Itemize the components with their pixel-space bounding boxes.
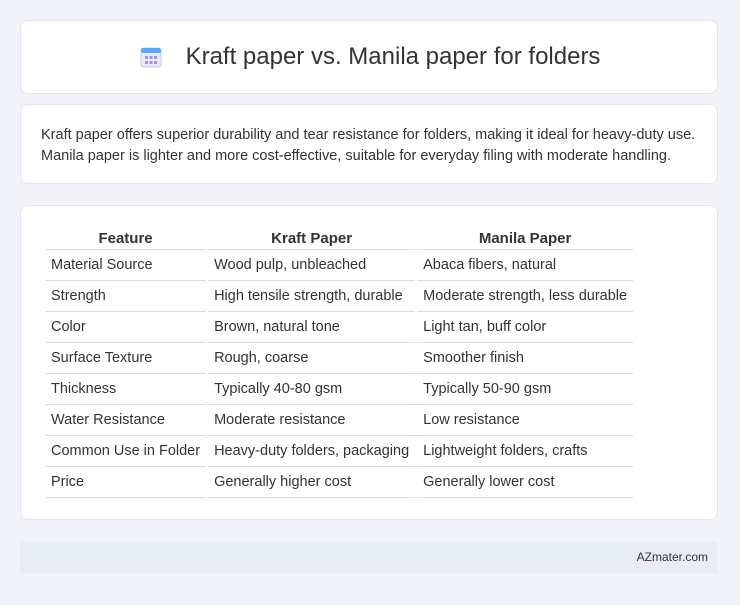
table-cell: Brown, natural tone <box>208 312 416 343</box>
table-cell: Generally lower cost <box>417 467 634 498</box>
table-cell: Water Resistance <box>45 405 207 436</box>
column-header-feature: Feature <box>45 226 207 250</box>
table-cell: Strength <box>45 281 207 312</box>
table-cell: Moderate strength, less durable <box>417 281 634 312</box>
table-row: Material Source Wood pulp, unbleached Ab… <box>45 250 634 281</box>
table-row: Common Use in Folder Heavy-duty folders,… <box>45 436 634 467</box>
table-cell: Wood pulp, unbleached <box>208 250 416 281</box>
table-cell: Low resistance <box>417 405 634 436</box>
comparison-table-card: Feature Kraft Paper Manila Paper Materia… <box>20 205 718 520</box>
table-cell: Smoother finish <box>417 343 634 374</box>
table-cell: Rough, coarse <box>208 343 416 374</box>
table-cell: Common Use in Folder <box>45 436 207 467</box>
table-cell: High tensile strength, durable <box>208 281 416 312</box>
title-card: Kraft paper vs. Manila paper for folders <box>20 20 718 94</box>
table-cell: Color <box>45 312 207 343</box>
table-row: Thickness Typically 40-80 gsm Typically … <box>45 374 634 405</box>
table-cell: Thickness <box>45 374 207 405</box>
description-card: Kraft paper offers superior durability a… <box>20 104 718 184</box>
calendar-icon <box>138 44 164 70</box>
table-cell: Material Source <box>45 250 207 281</box>
table-cell: Surface Texture <box>45 343 207 374</box>
footer-brand: AZmater.com <box>636 550 708 564</box>
comparison-table: Feature Kraft Paper Manila Paper Materia… <box>43 226 635 498</box>
description-text: Kraft paper offers superior durability a… <box>41 127 696 164</box>
table-row: Surface Texture Rough, coarse Smoother f… <box>45 343 634 374</box>
table-cell: Typically 40-80 gsm <box>208 374 416 405</box>
table-cell: Moderate resistance <box>208 405 416 436</box>
table-header-row: Feature Kraft Paper Manila Paper <box>45 226 634 250</box>
table-row: Water Resistance Moderate resistance Low… <box>45 405 634 436</box>
table-cell: Light tan, buff color <box>417 312 634 343</box>
column-header-kraft: Kraft Paper <box>208 226 416 250</box>
table-cell: Price <box>45 467 207 498</box>
table-cell: Abaca fibers, natural <box>417 250 634 281</box>
table-row: Price Generally higher cost Generally lo… <box>45 467 634 498</box>
page-title: Kraft paper vs. Manila paper for folders <box>185 43 601 70</box>
footer-bar: AZmater.com <box>20 542 718 574</box>
column-header-manila: Manila Paper <box>417 226 634 250</box>
table-row: Strength High tensile strength, durable … <box>45 281 634 312</box>
table-cell: Typically 50-90 gsm <box>417 374 634 405</box>
table-cell: Generally higher cost <box>208 467 416 498</box>
table-cell: Lightweight folders, crafts <box>417 436 634 467</box>
table-cell: Heavy-duty folders, packaging <box>208 436 416 467</box>
table-row: Color Brown, natural tone Light tan, buf… <box>45 312 634 343</box>
